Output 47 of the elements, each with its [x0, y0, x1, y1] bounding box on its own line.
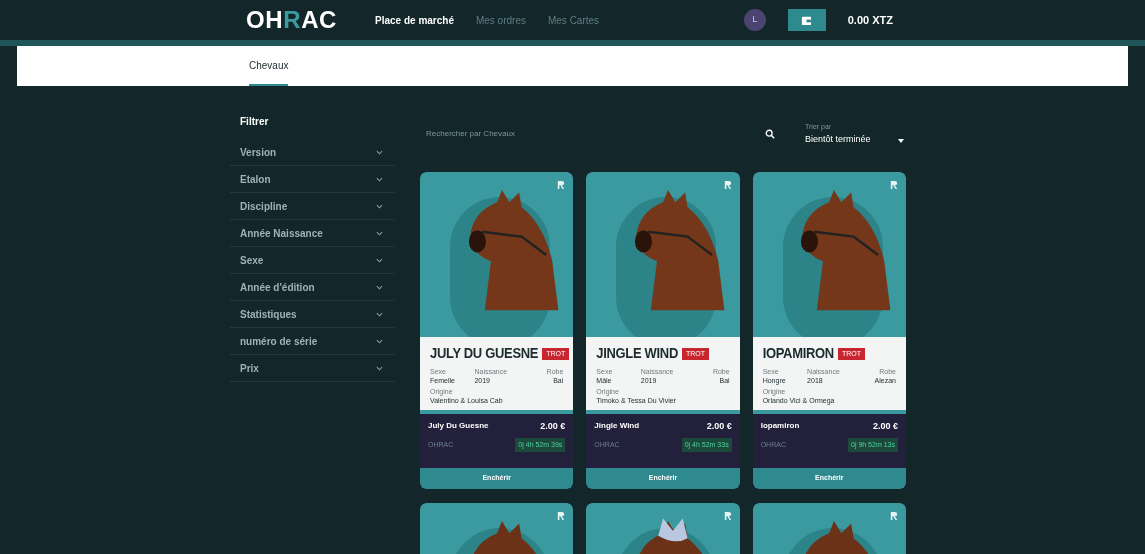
r-logo-icon — [723, 510, 732, 521]
filter-item[interactable]: Prix — [230, 355, 395, 382]
filter-item[interactable]: Sexe — [230, 247, 395, 274]
chevron-icon — [376, 176, 383, 182]
wallet-icon — [801, 14, 813, 26]
price: 2.00 € — [706, 419, 732, 433]
r-logo-icon — [557, 510, 566, 521]
r-logo-icon — [890, 180, 898, 190]
chevron-icon — [376, 365, 383, 371]
logo[interactable]: OHRAC — [246, 2, 337, 38]
subtab[interactable]: Chevaux — [249, 46, 289, 86]
filter-item[interactable]: Discipline — [230, 193, 395, 220]
price: 2.00 € — [540, 419, 566, 433]
search-icon[interactable] — [765, 129, 775, 139]
filter-item[interactable]: Statistiques — [230, 301, 395, 328]
filter-item[interactable]: Année d'édition — [230, 274, 395, 301]
dropdown-caret-icon — [898, 138, 904, 143]
balance: 0.00 XTZ — [847, 12, 894, 28]
nav-link[interactable]: Place de marché — [375, 12, 454, 28]
chevron-icon — [376, 203, 383, 209]
nav-link[interactable]: Mes Cartes — [547, 12, 600, 28]
filter-item[interactable]: Année Naissance — [230, 220, 395, 247]
nav-link[interactable]: Mes ordres — [475, 12, 526, 28]
search-field[interactable]: Rechercher par Chevaux — [420, 128, 765, 140]
horse-name: July Du Guesne — [428, 420, 489, 433]
card-title: JINGLE WIND — [596, 344, 678, 364]
horse-name: Iopamiron — [760, 420, 800, 433]
sort-value: Bientôt terminée — [805, 133, 871, 146]
chevron-icon — [376, 257, 383, 263]
filter-item[interactable]: Etalon — [230, 166, 395, 193]
price: 2.00 € — [872, 419, 898, 433]
filter-item[interactable]: numéro de série — [230, 328, 395, 355]
r-logo-icon — [723, 180, 732, 190]
r-logo-icon — [890, 510, 898, 521]
card-title: IOPAMIRON — [762, 344, 834, 364]
avatar[interactable]: L — [743, 9, 766, 31]
chevron-icon — [376, 311, 383, 317]
chevron-icon — [376, 230, 383, 236]
filter-item[interactable]: Version — [230, 139, 395, 166]
r-logo-icon — [557, 180, 566, 190]
filter-title: Filtrer — [239, 115, 270, 129]
chevron-icon — [376, 149, 383, 155]
horse-name: Jingle Wind — [594, 420, 640, 433]
chevron-icon — [376, 284, 383, 290]
card-title: JULY DU GUESNE — [430, 344, 539, 364]
wallet-button[interactable] — [787, 9, 826, 31]
chevron-icon — [376, 338, 383, 344]
